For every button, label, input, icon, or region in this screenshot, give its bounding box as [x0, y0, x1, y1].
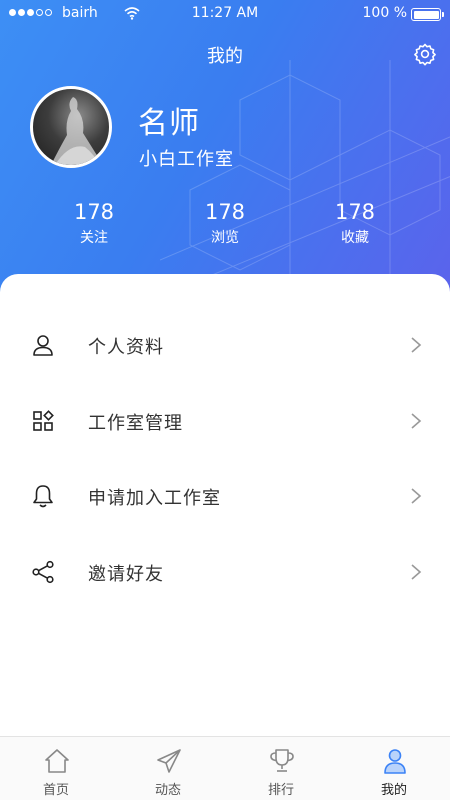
profile-header: bairh 11:27 AM 100 % 我的 名师 小白工作室 178 关注 … [0, 0, 450, 300]
menu-item-profile[interactable]: 个人资料 [0, 315, 450, 375]
tab-label: 我的 [380, 783, 407, 798]
tab-label: 动态 [154, 783, 181, 798]
tab-label: 首页 [42, 783, 69, 798]
share-icon [32, 560, 54, 584]
page-title: 我的 [207, 46, 243, 67]
bell-icon [33, 485, 53, 508]
chevron-right-icon [411, 413, 422, 429]
gear-icon[interactable] [413, 42, 437, 66]
stat-value: 178 [334, 200, 376, 224]
stat-views[interactable]: 178 浏览 [175, 200, 275, 247]
stat-label: 浏览 [211, 230, 239, 246]
status-bar: bairh 11:27 AM 100 % [0, 0, 450, 28]
chevron-right-icon [411, 488, 422, 504]
stat-favorites[interactable]: 178 收藏 [305, 200, 405, 247]
stat-value: 178 [204, 200, 246, 224]
profile-name: 名师 [138, 106, 200, 141]
user-icon [33, 335, 53, 356]
menu-label: 个人资料 [88, 337, 164, 358]
profile-studio: 小白工作室 [139, 149, 234, 170]
tab-mine[interactable]: 我的 [338, 737, 450, 800]
menu-item-studio-management[interactable]: 工作室管理 [0, 391, 450, 451]
stat-follow[interactable]: 178 关注 [44, 200, 144, 247]
battery-percent: 100 % [362, 5, 407, 21]
menu-label: 申请加入工作室 [88, 488, 221, 509]
stat-label: 关注 [80, 230, 108, 246]
tab-bar: 首页 动态 排行 我的 [0, 736, 450, 800]
profile-icon [384, 749, 406, 774]
battery-icon [411, 8, 444, 21]
tab-home[interactable]: 首页 [0, 737, 112, 800]
menu-item-join-studio[interactable]: 申请加入工作室 [0, 466, 450, 526]
menu-card: 个人资料 工作室管理 申请加入工作室 邀请好友 [0, 274, 450, 736]
home-icon [45, 749, 69, 773]
menu-label: 邀请好友 [88, 564, 164, 585]
avatar[interactable] [30, 86, 112, 168]
stat-value: 178 [73, 200, 115, 224]
grid-icon [33, 410, 54, 431]
avatar-photo [51, 97, 103, 165]
tab-ranking[interactable]: 排行 [225, 737, 337, 800]
send-icon [157, 749, 181, 773]
tab-feed[interactable]: 动态 [112, 737, 224, 800]
chevron-right-icon [411, 337, 422, 353]
chevron-right-icon [411, 564, 422, 580]
menu-label: 工作室管理 [88, 413, 183, 434]
stats-row: 178 关注 178 浏览 178 收藏 [0, 200, 450, 260]
tab-label: 排行 [267, 783, 294, 798]
menu-item-invite-friends[interactable]: 邀请好友 [0, 542, 450, 602]
trophy-icon [270, 749, 294, 772]
stat-label: 收藏 [341, 230, 369, 246]
